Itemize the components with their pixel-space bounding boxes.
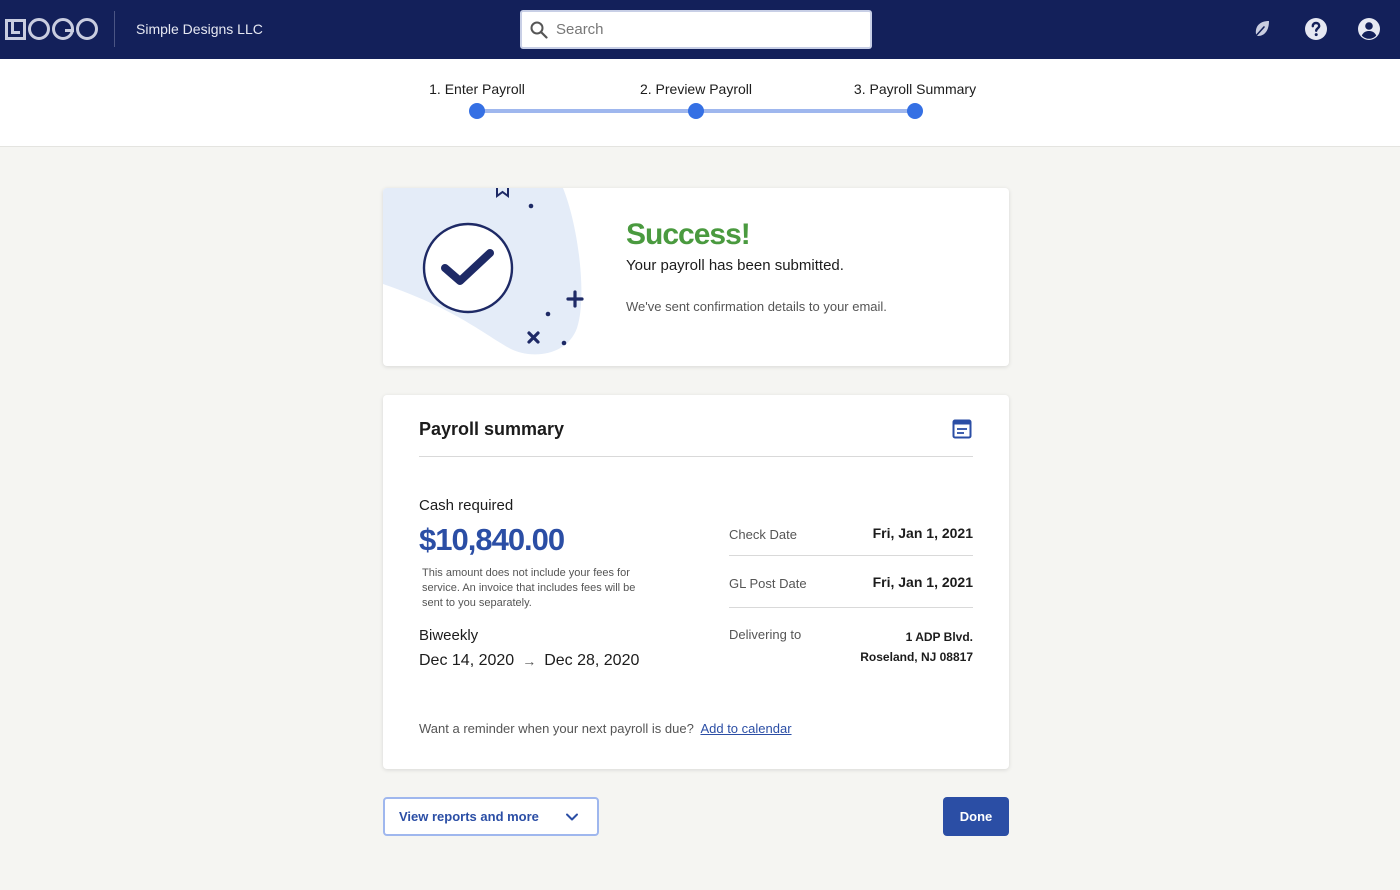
pay-period: Dec 14, 2020 → Dec 28, 2020 (419, 652, 639, 670)
document-icon[interactable] (952, 419, 972, 439)
header-divider (114, 11, 115, 47)
pay-period-end: Dec 28, 2020 (544, 652, 640, 669)
payroll-stepper: 1. Enter Payroll 2. Preview Payroll 3. P… (0, 59, 1400, 147)
view-reports-dropdown[interactable]: View reports and more (383, 797, 599, 836)
address-line-1: 1 ADP Blvd. (905, 630, 973, 644)
user-account-icon[interactable] (1357, 17, 1381, 41)
check-date-value: Fri, Jan 1, 2021 (872, 525, 973, 541)
logo-letter-o-2 (76, 18, 98, 40)
payroll-summary-card: Payroll summary Cash required $10,840.00… (383, 395, 1009, 769)
step-dot-2 (688, 103, 704, 119)
cash-required-label: Cash required (419, 497, 514, 514)
delivery-address: 1 ADP Blvd. Roseland, NJ 08817 (860, 627, 973, 667)
summary-divider (419, 456, 973, 457)
delivering-to-label: Delivering to (729, 627, 802, 642)
chevron-down-icon (566, 813, 578, 821)
success-illustration (383, 188, 584, 355)
step-preview-payroll[interactable]: 2. Preview Payroll (596, 81, 796, 97)
company-name: Simple Designs LLC (136, 21, 263, 37)
reminder-text: Want a reminder when your next payroll i… (419, 721, 694, 736)
detail-separator (729, 555, 973, 556)
pay-period-start: Dec 14, 2020 (419, 652, 515, 669)
success-title: Success! (626, 218, 751, 251)
logo-letter-o (28, 18, 50, 40)
logo-letter-l (5, 18, 26, 40)
done-button[interactable]: Done (943, 797, 1009, 836)
success-card: Success! Your payroll has been submitted… (383, 188, 1009, 366)
success-note: We've sent confirmation details to your … (626, 299, 887, 314)
check-date-label: Check Date (729, 527, 797, 542)
view-reports-label: View reports and more (399, 809, 539, 824)
gl-post-date-value: Fri, Jan 1, 2021 (872, 574, 973, 590)
search-icon (530, 21, 548, 39)
step-dot-3 (907, 103, 923, 119)
logo-letter-g (52, 18, 74, 40)
search-input[interactable] (556, 12, 856, 47)
checkmark-icon (441, 249, 494, 285)
reminder-row: Want a reminder when your next payroll i… (419, 721, 792, 736)
success-message: Your payroll has been submitted. (626, 257, 844, 274)
gl-post-date-label: GL Post Date (729, 576, 807, 591)
help-icon[interactable] (1304, 17, 1328, 41)
step-enter-payroll[interactable]: 1. Enter Payroll (377, 81, 577, 97)
cash-required-note: This amount does not include your fees f… (422, 567, 636, 609)
summary-title: Payroll summary (419, 419, 565, 439)
cash-required-amount: $10,840.00 (419, 522, 565, 557)
address-line-2: Roseland, NJ 08817 (860, 650, 973, 664)
pay-frequency: Biweekly (419, 627, 479, 644)
logo[interactable] (5, 17, 98, 41)
detail-separator (729, 607, 973, 608)
arrow-right-icon: → (522, 653, 537, 669)
step-dot-1 (469, 103, 485, 119)
search-box[interactable] (520, 10, 872, 49)
top-navigation-bar: Simple Designs LLC (0, 0, 1400, 59)
step-payroll-summary[interactable]: 3. Payroll Summary (815, 81, 1015, 97)
leaf-icon[interactable] (1250, 17, 1274, 41)
add-to-calendar-link[interactable]: Add to calendar (700, 721, 791, 736)
